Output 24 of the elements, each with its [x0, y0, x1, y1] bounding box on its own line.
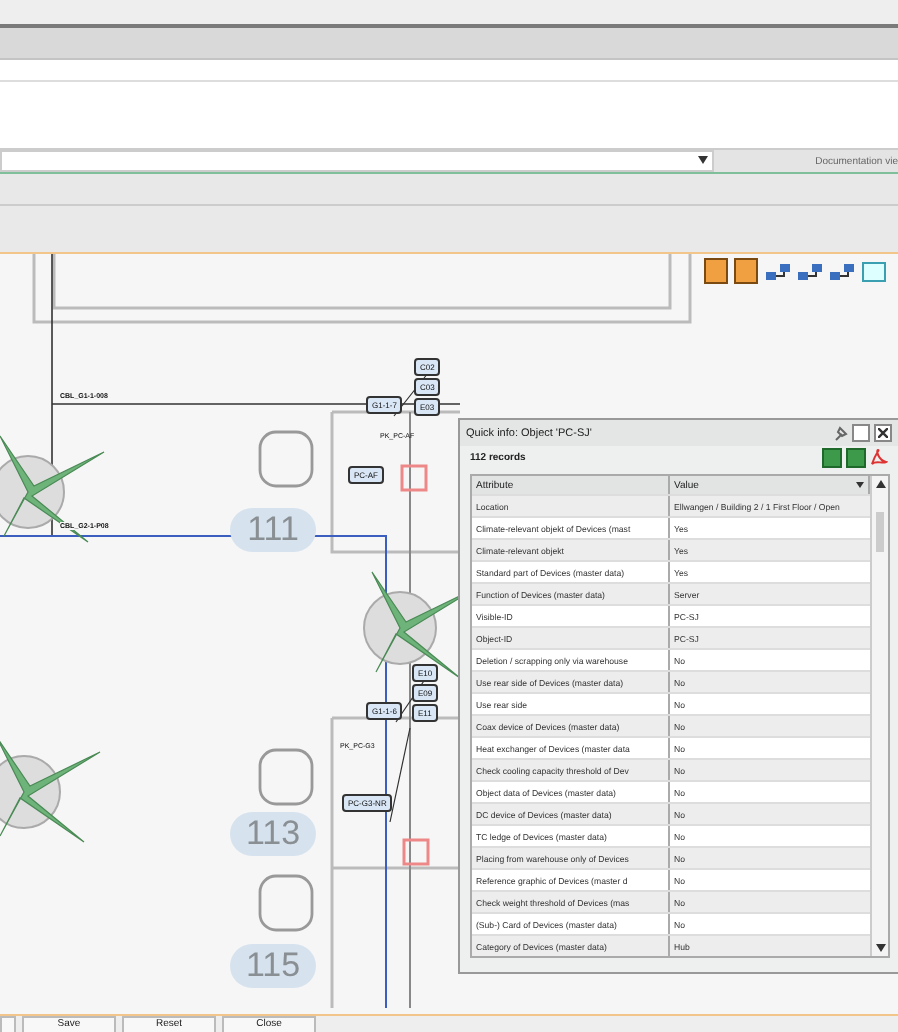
potted-plant-drawing	[0, 435, 105, 543]
potted-plant-drawing	[0, 735, 101, 843]
scroll-up-icon[interactable]	[875, 480, 885, 488]
room-number: 113	[230, 812, 316, 856]
dropdown-caret-icon[interactable]	[856, 482, 864, 488]
network-icon[interactable]	[830, 261, 854, 281]
pdf-export-icon[interactable]	[870, 448, 888, 466]
network-icon[interactable]	[766, 261, 790, 281]
network-icon[interactable]	[798, 261, 822, 281]
room-number: 115	[230, 944, 316, 988]
button[interactable]	[0, 1016, 16, 1032]
pin-icon[interactable]	[832, 425, 848, 441]
close-button[interactable]	[874, 424, 892, 442]
caret-icon	[698, 156, 708, 164]
chair-icon	[258, 874, 314, 932]
scroll-thumb[interactable]	[876, 512, 884, 552]
chair-icon	[258, 430, 314, 488]
chair-icon	[258, 748, 314, 806]
marker-square-icon	[402, 838, 430, 866]
scrollbar[interactable]	[870, 476, 888, 956]
screen-icon[interactable]	[862, 261, 886, 281]
scroll-down-icon[interactable]	[875, 944, 885, 952]
marker-square-icon	[400, 464, 428, 492]
room-number: 111	[230, 508, 316, 552]
